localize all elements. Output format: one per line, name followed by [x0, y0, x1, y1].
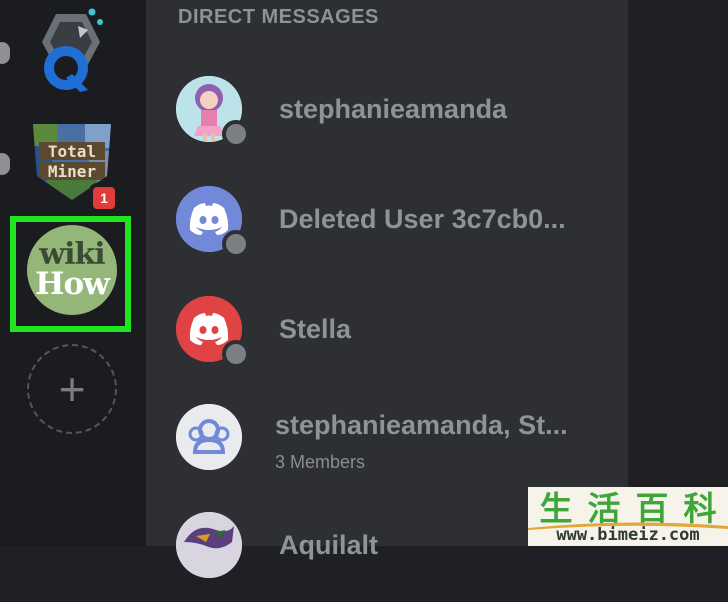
svg-text:Total: Total	[48, 142, 96, 161]
add-server-button[interactable]: +	[27, 344, 117, 434]
plus-icon: +	[58, 363, 86, 415]
unread-indicator	[0, 42, 10, 64]
watermark: 生 活 百 科 www.bimeiz.com	[528, 487, 728, 546]
dm-item[interactable]: stephanieamanda	[146, 56, 628, 166]
direct-messages-panel: DIRECT MESSAGES stephanieamanda Deleted …	[146, 0, 628, 578]
svg-text:Miner: Miner	[48, 162, 96, 181]
dm-item[interactable]: Deleted User 3c7cb0...	[146, 166, 628, 276]
group-icon	[176, 404, 242, 470]
selection-highlight	[10, 216, 131, 332]
main-content-area	[628, 0, 728, 546]
dm-member-count: 3 Members	[275, 452, 366, 472]
dm-name: Stella	[279, 314, 352, 344]
dm-name: Deleted User 3c7cb0...	[279, 204, 566, 234]
avatar	[176, 512, 242, 578]
dm-name: stephanieamanda	[279, 94, 508, 124]
status-indicator	[222, 230, 250, 258]
unread-indicator	[0, 153, 10, 175]
dm-item[interactable]: stephanieamanda, St... 3 Members	[146, 384, 628, 494]
dm-item[interactable]: Stella	[146, 276, 628, 386]
mention-badge: 1	[89, 183, 119, 213]
q-logo-icon	[42, 8, 103, 92]
dm-name: stephanieamanda, St...	[275, 410, 568, 440]
dragon-avatar-icon	[176, 512, 242, 578]
server-rail: Total Miner 1 wiki How +	[0, 0, 146, 546]
status-indicator	[222, 120, 250, 148]
watermark-url: www.bimeiz.com	[556, 525, 700, 545]
server-icon-q[interactable]	[26, 6, 116, 96]
avatar	[176, 404, 242, 470]
dm-section-header: DIRECT MESSAGES	[178, 6, 379, 28]
status-indicator	[222, 340, 250, 368]
